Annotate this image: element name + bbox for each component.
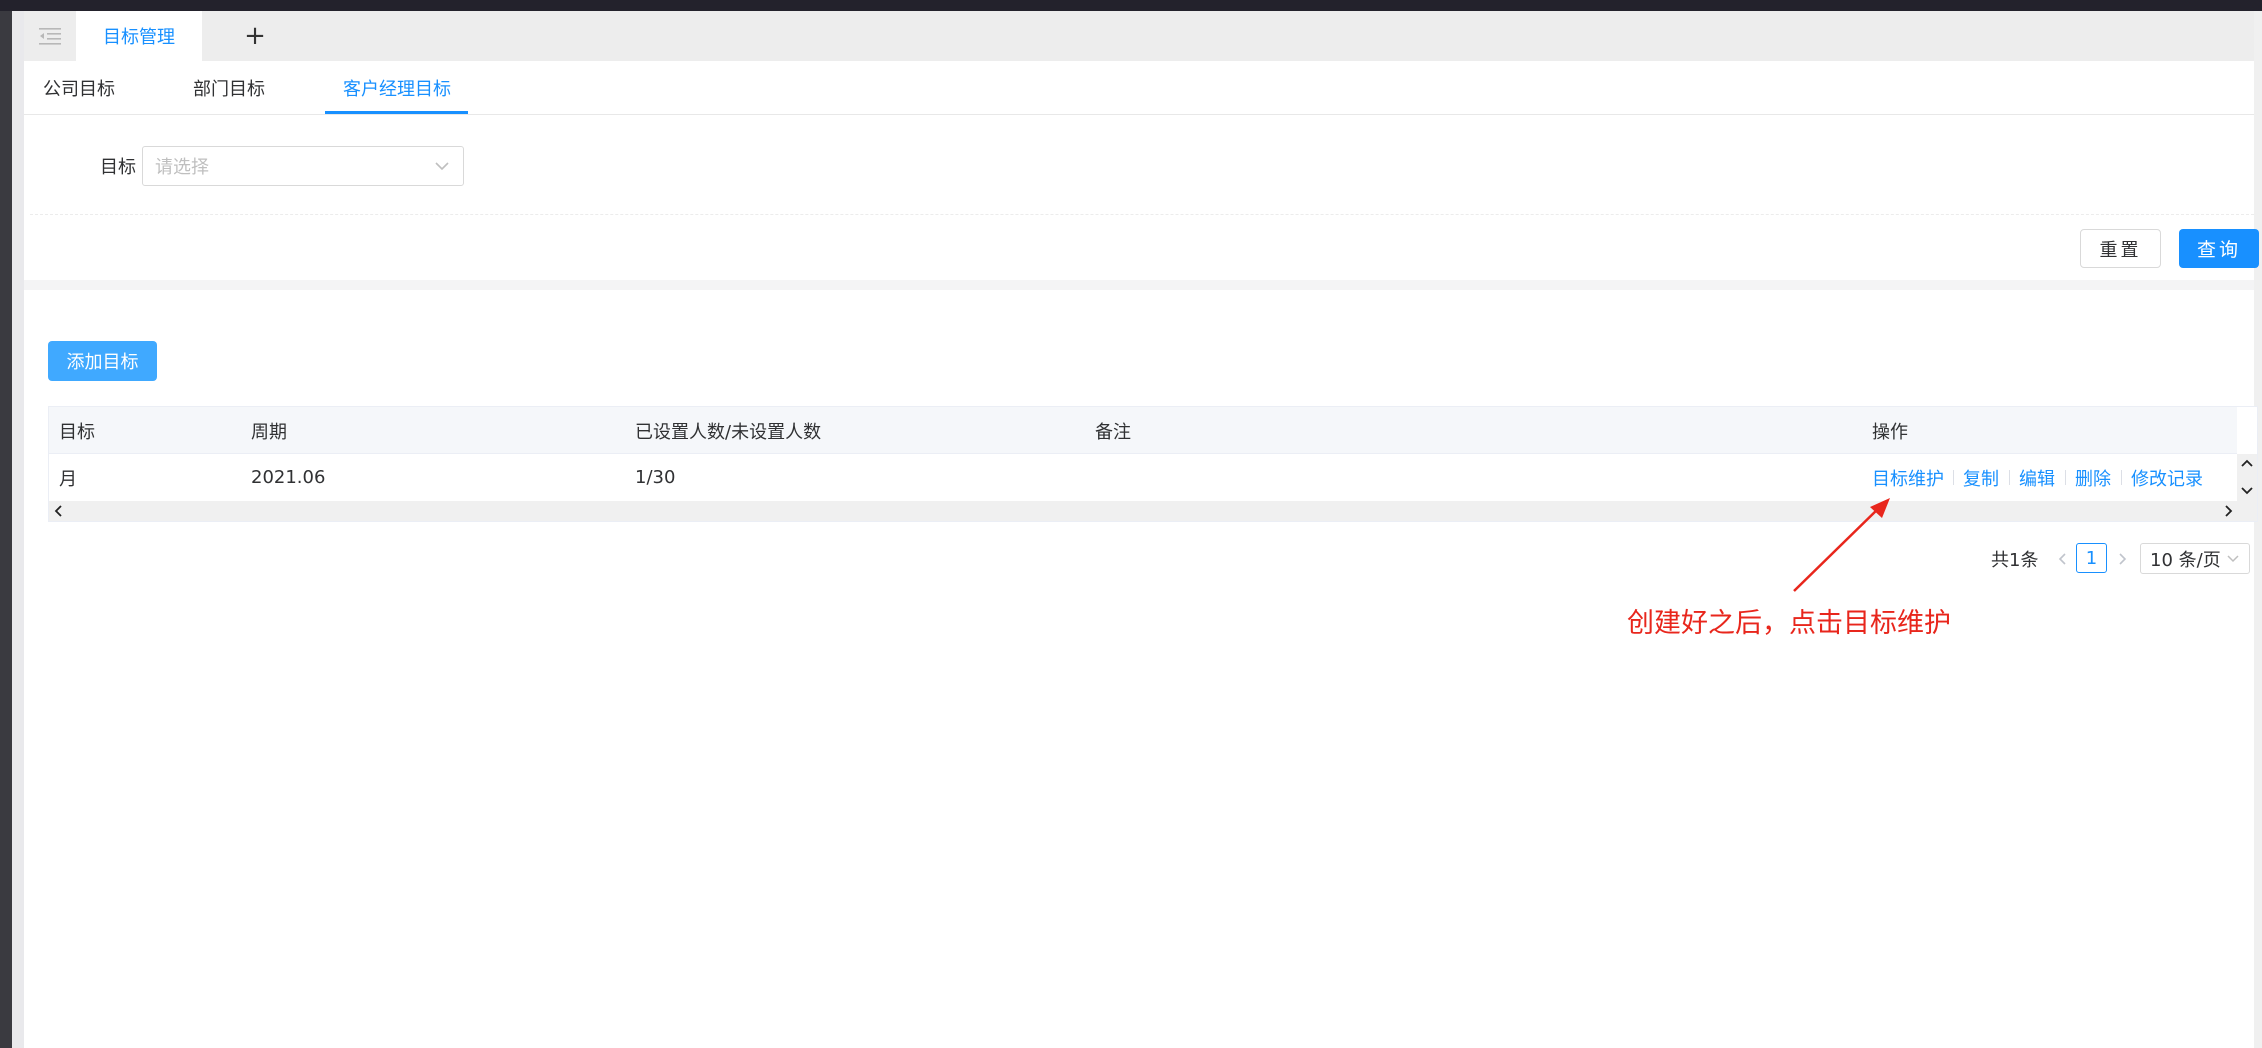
window-left-edge (0, 11, 12, 1048)
target-maintain-link[interactable]: 目标维护 (1872, 454, 1944, 501)
table-header (49, 407, 2237, 454)
chevron-right-icon (2119, 553, 2127, 565)
target-filter-label: 目标 (100, 157, 136, 178)
scroll-down-icon[interactable] (2239, 482, 2255, 498)
modify-record-link[interactable]: 修改记录 (2131, 454, 2203, 501)
window-right-edge (2254, 11, 2262, 1048)
subtab-account-manager-target[interactable]: 客户经理目标 (343, 61, 451, 115)
cell-target: 月 (59, 468, 77, 490)
delete-link[interactable]: 删除 (2075, 454, 2111, 501)
cell-set-count: 1/30 (635, 467, 676, 488)
scroll-right-icon[interactable] (2220, 503, 2236, 519)
menu-toggle-button[interactable] (24, 11, 76, 61)
sidebar-collapsed-strip (12, 11, 24, 1048)
annotation-text: 创建好之后，点击目标维护 (1627, 607, 1951, 639)
add-tab-button[interactable]: + (235, 14, 275, 58)
pagination-total: 共1条 (1991, 550, 2039, 571)
window-top-bar (0, 0, 2262, 11)
add-target-button[interactable]: 添加目标 (48, 341, 157, 381)
tab-target-management[interactable]: 目标管理 (76, 11, 202, 61)
action-separator (2121, 470, 2122, 485)
column-header-remark: 备注 (1095, 421, 1131, 443)
section-gap (24, 280, 2254, 290)
reset-button[interactable]: 重置 (2080, 229, 2161, 268)
chevron-down-icon (435, 162, 449, 171)
page-number-1[interactable]: 1 (2076, 543, 2107, 573)
scroll-up-icon[interactable] (2239, 456, 2255, 472)
target-select-placeholder: 请选择 (155, 157, 209, 178)
copy-link[interactable]: 复制 (1963, 454, 1999, 501)
column-header-target: 目标 (59, 421, 95, 443)
column-header-period: 周期 (251, 421, 287, 443)
action-separator (2009, 470, 2010, 485)
scroll-left-icon[interactable] (51, 503, 67, 519)
subtab-department-target[interactable]: 部门目标 (193, 61, 265, 115)
table-horizontal-scrollbar[interactable] (49, 501, 2257, 521)
action-separator (2065, 470, 2066, 485)
action-separator (1953, 470, 1954, 485)
chevron-left-icon (2058, 553, 2066, 565)
chevron-down-icon (2227, 555, 2239, 563)
column-header-set-count: 已设置人数/未设置人数 (635, 421, 822, 443)
annotation-arrow-icon (1793, 498, 1890, 592)
filter-divider (30, 214, 2254, 215)
cell-period: 2021.06 (251, 467, 326, 488)
next-page-button[interactable] (2112, 547, 2132, 571)
active-subtab-indicator (325, 111, 468, 114)
subtab-company-target[interactable]: 公司目标 (43, 61, 115, 115)
tab-bar (24, 11, 2254, 61)
query-button[interactable]: 查询 (2179, 229, 2259, 268)
prev-page-button[interactable] (2053, 547, 2073, 571)
edit-link[interactable]: 编辑 (2019, 454, 2055, 501)
column-header-actions: 操作 (1872, 421, 1908, 443)
menu-fold-icon (39, 28, 61, 45)
